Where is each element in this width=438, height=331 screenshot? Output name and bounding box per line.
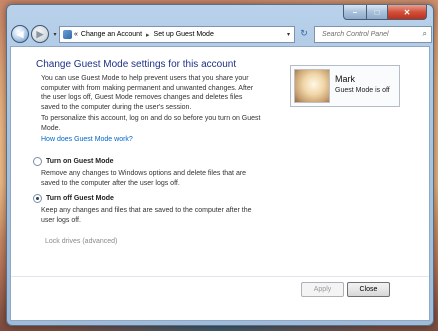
user-account-card: Mark Guest Mode is off: [290, 65, 400, 107]
radio-turn-on[interactable]: Turn on Guest Mode: [33, 157, 114, 166]
search-input[interactable]: Search Control Panel: [322, 31, 389, 38]
breadcrumb-separator-icon[interactable]: ▸: [146, 31, 150, 39]
address-dropdown-icon[interactable]: ▾: [287, 31, 290, 38]
radio-turn-off[interactable]: Turn off Guest Mode: [33, 194, 114, 203]
recent-pages-dropdown[interactable]: ▾: [51, 31, 59, 38]
refresh-icon[interactable]: ↻: [297, 26, 311, 41]
radio-dot-icon: [36, 197, 39, 200]
apply-button[interactable]: Apply: [301, 282, 344, 297]
radio-button-selected[interactable]: [33, 194, 42, 203]
turn-on-description: Remove any changes to Windows options an…: [41, 170, 247, 187]
address-overflow-chevron[interactable]: «: [74, 31, 78, 38]
control-panel-icon: [63, 30, 72, 39]
content-pane: Change Guest Mode settings for this acco…: [10, 46, 430, 321]
control-panel-window: – □ ✕ ◀ ▶ ▾ « Change an Account ▸ Set up…: [6, 4, 434, 326]
back-button[interactable]: ◀: [11, 25, 29, 43]
personalize-text: To personalize this account, log on and …: [41, 115, 261, 132]
help-link[interactable]: How does Guest Mode work?: [41, 136, 133, 143]
turn-off-description: Keep any changes and files that are save…: [41, 207, 252, 224]
radio-label[interactable]: Turn off Guest Mode: [46, 195, 114, 202]
radio-button[interactable]: [33, 157, 42, 166]
close-button[interactable]: Close: [347, 282, 390, 297]
caption-buttons: – □ ✕: [343, 5, 427, 20]
lock-drives-link[interactable]: Lock drives (advanced): [45, 238, 117, 245]
search-icon[interactable]: ⌕: [423, 29, 427, 39]
page-title: Change Guest Mode settings for this acco…: [36, 59, 237, 70]
footer-divider: [11, 276, 429, 277]
user-name: Mark: [335, 74, 355, 84]
search-box[interactable]: Search Control Panel ⌕: [314, 26, 432, 43]
guest-mode-status: Guest Mode is off: [335, 87, 390, 94]
minimize-button[interactable]: –: [343, 5, 367, 20]
close-window-button[interactable]: ✕: [388, 5, 427, 20]
maximize-button[interactable]: □: [367, 5, 388, 20]
navigation-bar: ◀ ▶ ▾ « Change an Account ▸ Set up Guest…: [11, 24, 432, 44]
breadcrumb-guest-mode[interactable]: Set up Guest Mode: [154, 31, 214, 38]
address-bar[interactable]: « Change an Account ▸ Set up Guest Mode …: [59, 26, 295, 43]
avatar: [294, 69, 330, 103]
forward-button[interactable]: ▶: [31, 25, 49, 43]
radio-label[interactable]: Turn on Guest Mode: [46, 158, 114, 165]
breadcrumb-change-account[interactable]: Change an Account: [81, 31, 142, 38]
intro-text: You can use Guest Mode to help prevent u…: [41, 75, 254, 111]
